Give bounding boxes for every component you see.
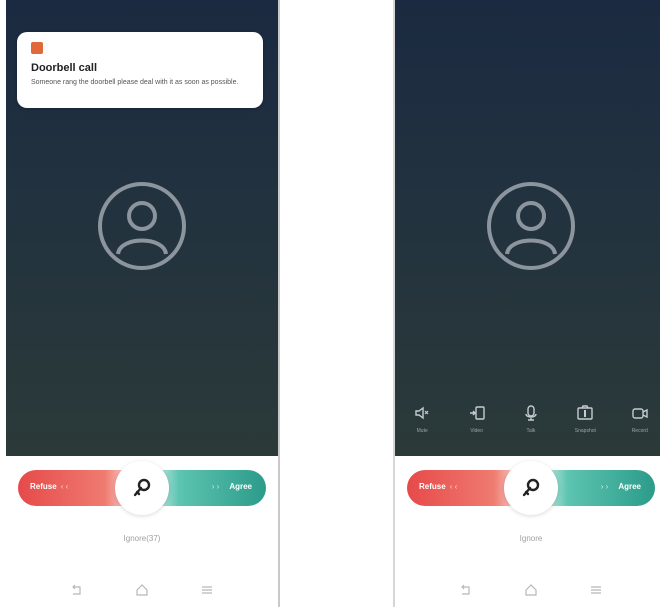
home-icon[interactable]: [524, 583, 538, 597]
avatar-icon: [487, 182, 575, 270]
snapshot-button[interactable]: Snapshot: [561, 404, 609, 434]
back-icon[interactable]: [70, 583, 84, 597]
talk-button[interactable]: Talk: [507, 404, 555, 434]
speaker-icon: [415, 406, 429, 420]
app-icon: [31, 42, 43, 54]
phone-screen-incoming-call: Doorbell call Someone rang the doorbell …: [6, 0, 280, 607]
system-nav-bar: [395, 580, 660, 600]
key-icon: [522, 478, 540, 497]
video-button[interactable]: Video: [453, 404, 501, 434]
key-icon: [133, 478, 151, 497]
avatar-icon: [98, 182, 186, 270]
ignore-button[interactable]: Ignore: [395, 534, 660, 543]
system-nav-bar: [6, 580, 278, 600]
mute-button[interactable]: Mute: [398, 404, 446, 434]
call-action-panel: Refuse ‹ ‹ › › Agree Ignore: [395, 456, 660, 607]
notification-body: Someone rang the doorbell please deal wi…: [31, 79, 239, 86]
doorbell-notification[interactable]: Doorbell call Someone rang the doorbell …: [17, 32, 263, 108]
refuse-label[interactable]: Refuse ‹ ‹: [419, 482, 457, 491]
call-action-panel: Refuse ‹ ‹ › › Agree Ignore(37): [6, 456, 278, 607]
back-icon[interactable]: [459, 583, 473, 597]
record-video-icon: [632, 408, 648, 419]
slider-key-handle[interactable]: [504, 461, 558, 515]
snapshot-icon: [577, 405, 594, 420]
refuse-label[interactable]: Refuse ‹ ‹: [30, 482, 68, 491]
microphone-icon: [525, 405, 537, 421]
ignore-button[interactable]: Ignore(37): [6, 534, 278, 543]
phone-screen-call-controls: Mute Video Talk Snapshot Record Refuse ‹…: [393, 0, 660, 607]
menu-icon[interactable]: [589, 583, 603, 597]
agree-label[interactable]: › › Agree: [212, 482, 252, 491]
call-toolbar: Mute Video Talk Snapshot Record: [395, 404, 660, 448]
home-icon[interactable]: [135, 583, 149, 597]
notification-title: Doorbell call: [31, 62, 98, 74]
menu-icon[interactable]: [200, 583, 214, 597]
screen-cast-icon: [469, 406, 485, 420]
record-button[interactable]: Record: [616, 404, 660, 434]
slider-key-handle[interactable]: [115, 461, 169, 515]
agree-label[interactable]: › › Agree: [601, 482, 641, 491]
